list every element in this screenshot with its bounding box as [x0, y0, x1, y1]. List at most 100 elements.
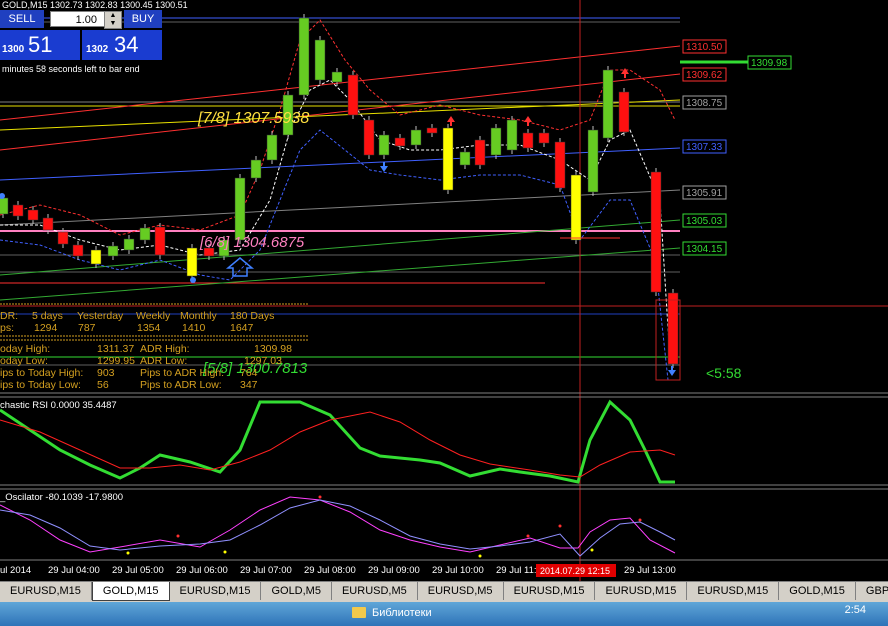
price-label-1310-50: 1310.50 [686, 42, 723, 53]
folder-icon[interactable] [352, 607, 366, 618]
bid-big-digits: 51 [28, 32, 53, 57]
candle-body [554, 141, 566, 189]
svg-text:29 Jul 07:00: 29 Jul 07:00 [240, 565, 292, 576]
clock[interactable]: 2:54 [845, 604, 866, 616]
candle-body [298, 17, 310, 96]
candle-body [27, 209, 39, 221]
svg-text:29 Jul 08:00: 29 Jul 08:00 [304, 565, 356, 576]
candle-body [123, 238, 135, 251]
price-label-1309-98: 1309.98 [751, 58, 788, 69]
candle-body [570, 174, 582, 241]
candle-body [57, 231, 69, 245]
candle-body [667, 292, 679, 365]
candle-body [618, 91, 630, 133]
price-label-1305-91: 1305.91 [686, 188, 723, 199]
buy-button[interactable]: BUY [124, 10, 162, 28]
svg-text:1294: 1294 [34, 322, 58, 334]
candle-body [331, 71, 343, 83]
svg-text:Monthly: Monthly [180, 310, 218, 322]
candle-body [474, 139, 486, 166]
svg-text:oday High:: oday High: [0, 343, 50, 355]
svg-text:ADR High:: ADR High: [140, 343, 190, 355]
chart-tab[interactable]: EURUSD,M15 [504, 582, 596, 600]
svg-text:ips to Today Low:: ips to Today Low: [0, 379, 81, 391]
candle-body [42, 217, 54, 231]
price-label-1305-03: 1305.03 [686, 216, 723, 227]
price-label-1308-75: 1308.75 [686, 98, 723, 109]
svg-text:oday Low:: oday Low: [0, 355, 48, 367]
oscillator-title: _Oscilator -80.1039 -17.9800 [0, 492, 123, 503]
candle-body [139, 227, 151, 241]
svg-text:787: 787 [78, 322, 96, 334]
ask-price[interactable]: 1302 34 [82, 30, 162, 60]
candle-body [234, 177, 246, 241]
svg-text:347: 347 [240, 379, 258, 391]
candle-body [426, 127, 438, 134]
candle-body [538, 132, 550, 144]
rsi-title: chastic RSI 0.0000 35.4487 [0, 400, 117, 411]
candle-body [363, 119, 375, 156]
svg-text:29 Jul 09:00: 29 Jul 09:00 [368, 565, 420, 576]
svg-text:29 Jul 06:00: 29 Jul 06:00 [176, 565, 228, 576]
candle-body [347, 74, 359, 116]
chart-tab[interactable]: GBPUSD,M15 [856, 582, 888, 600]
candle-body [12, 204, 24, 217]
svg-text:DR:: DR: [0, 310, 18, 322]
svg-text:29 Jul 10:00: 29 Jul 10:00 [432, 565, 484, 576]
svg-text:ips to Today High:: ips to Today High: [0, 367, 83, 379]
price-chart[interactable]: 1310.50 1309.98 1309.62 1308.75 1307.33 … [0, 0, 888, 581]
candle-body [410, 129, 422, 146]
chart-tab[interactable]: EURUSD,M5 [418, 582, 504, 600]
svg-text:ps:: ps: [0, 322, 14, 334]
svg-text:1647: 1647 [230, 322, 254, 334]
chart-tab[interactable]: EURUSD,M15 [687, 582, 780, 600]
svg-text:Yesterday: Yesterday [77, 310, 124, 322]
chart-tab[interactable]: EURUSD,M15 [0, 582, 92, 600]
chart-tab[interactable]: EURUSD,M5 [332, 582, 418, 600]
chart-tab[interactable]: GOLD,M15 [91, 582, 170, 601]
bar-timer: minutes 58 seconds left to bar end [2, 64, 140, 74]
svg-text:764: 764 [240, 367, 258, 379]
candle-body [266, 134, 278, 161]
candle-body [602, 69, 614, 139]
crosshair-time: 2014.07.29 12:15 [540, 566, 610, 576]
chart-tab[interactable]: GOLD,M15 [779, 582, 856, 600]
taskbar-item-libraries[interactable]: Библиотеки [372, 607, 432, 619]
svg-text:1311.37: 1311.37 [97, 343, 134, 355]
candle-body [490, 127, 502, 156]
candle-body [154, 226, 166, 256]
candle-body [459, 151, 471, 166]
chart-tab[interactable]: EURUSD,M15 [170, 582, 262, 600]
murrey-label-6-8: [6/8] 1304.6875 [199, 234, 305, 251]
svg-text:1410: 1410 [182, 322, 206, 334]
svg-text:1299.95: 1299.95 [97, 355, 135, 367]
chart-tab[interactable]: EURUSD,M15 [595, 582, 688, 600]
svg-text:Pips to ADR Low:: Pips to ADR Low: [140, 379, 222, 391]
lot-stepper[interactable]: ▲ ▼ [104, 11, 122, 29]
ask-big-digits: 34 [114, 32, 139, 57]
price-label-1309-62: 1309.62 [686, 70, 723, 81]
bar-countdown: <5:58 [706, 365, 742, 381]
svg-text:29 Jul 05:00: 29 Jul 05:00 [112, 565, 164, 576]
svg-text:Pips to ADR High:: Pips to ADR High: [140, 367, 224, 379]
symbol-header: GOLD,M15 1302.73 1302.83 1300.45 1300.51 [2, 0, 188, 10]
candle-body [72, 244, 84, 257]
sell-button[interactable]: SELL [0, 10, 44, 28]
price-label-1304-15: 1304.15 [686, 244, 723, 255]
chart-tabs: EURUSD,M15 GOLD,M15 EURUSD,M15 GOLD,M5 EURUS… [0, 581, 888, 602]
murrey-label-7-8: [7/8] 1307.5938 [197, 110, 309, 127]
svg-text:1354: 1354 [137, 322, 161, 334]
chart-tab[interactable]: GOLD,M5 [261, 582, 332, 600]
svg-text:Weekly: Weekly [136, 310, 171, 322]
svg-text:5 days: 5 days [32, 310, 63, 322]
candle-body [506, 119, 518, 151]
svg-text:56: 56 [97, 379, 109, 391]
candle-body [522, 132, 534, 149]
candle-body [378, 134, 390, 156]
terminal-window: 1310.50 1309.98 1309.62 1308.75 1307.33 … [0, 0, 888, 626]
svg-text:1309.98: 1309.98 [254, 343, 292, 355]
price-label-1307-33: 1307.33 [686, 142, 723, 153]
svg-text:29 Jul 13:00: 29 Jul 13:00 [624, 565, 676, 576]
bid-price[interactable]: 1300 51 [0, 30, 80, 60]
svg-text:29 Jul 04:00: 29 Jul 04:00 [48, 565, 100, 576]
